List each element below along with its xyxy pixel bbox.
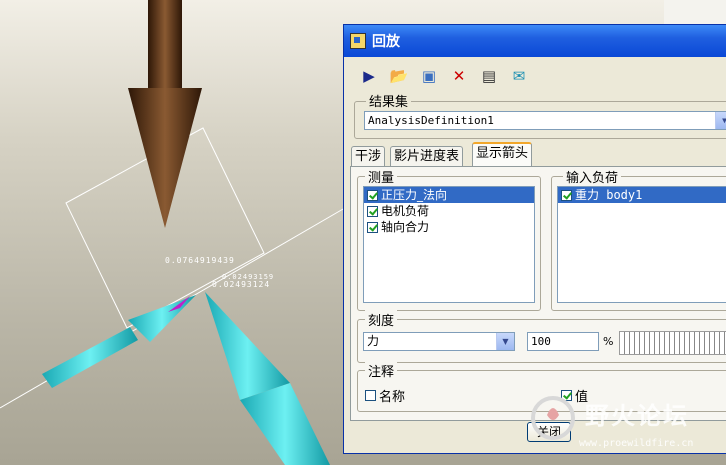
annotation-label: 注释: [365, 361, 398, 380]
gravity-arrow-head: [128, 88, 202, 228]
scale-label: 刻度: [365, 310, 398, 329]
scale-percent-input[interactable]: 100: [527, 332, 599, 351]
checkbox[interactable]: [367, 221, 378, 233]
tab-movie-schedule[interactable]: 影片进度表: [390, 146, 464, 167]
measure-label: 测量: [365, 167, 398, 186]
save-icon[interactable]: ▣: [418, 65, 440, 87]
replay-dialog: 回放 ▶ 📂 ▣ ✕ ▤ ✉ 结果集 AnalysisDefinition1 ▼…: [343, 24, 726, 454]
result-set-label: 结果集: [366, 91, 412, 110]
name-checkbox-row[interactable]: 名称: [365, 386, 405, 405]
play-icon[interactable]: ▶: [358, 65, 380, 87]
tab-panel: 测量 正压力_法向 电机负荷 轴向合力 输入负荷 重力 body1 刻度 力 ▼…: [350, 166, 726, 421]
watermark: 野火论坛 www.proewildfire.cn: [513, 393, 726, 465]
list-item[interactable]: 正压力_法向: [364, 187, 534, 203]
result-set-value: AnalysisDefinition1: [368, 114, 494, 127]
force-arrow-1-head: [128, 295, 196, 342]
measure-label-1: 0.0764919439: [165, 256, 235, 265]
list-item[interactable]: 重力 body1: [558, 187, 726, 203]
checkbox[interactable]: [367, 205, 378, 217]
dialog-toolbar: ▶ 📂 ▣ ✕ ▤ ✉: [358, 65, 530, 87]
result-set-select[interactable]: AnalysisDefinition1 ▼: [364, 111, 726, 130]
list-item[interactable]: 轴向合力: [364, 219, 534, 235]
name-checkbox[interactable]: [365, 390, 376, 401]
window-icon: [350, 33, 366, 49]
list-item[interactable]: 电机负荷: [364, 203, 534, 219]
export-icon[interactable]: ▤: [478, 65, 500, 87]
watermark-url: www.proewildfire.cn: [579, 438, 694, 449]
delete-icon[interactable]: ✕: [448, 65, 470, 87]
dialog-titlebar[interactable]: 回放: [344, 25, 726, 57]
tab-show-arrows[interactable]: 显示箭头: [472, 142, 533, 167]
measure-list[interactable]: 正压力_法向 电机负荷 轴向合力: [363, 186, 535, 303]
checkbox[interactable]: [367, 189, 378, 201]
scale-type-select[interactable]: 力 ▼: [363, 332, 515, 351]
chevron-down-icon[interactable]: ▼: [496, 333, 514, 350]
top-right-panel: [664, 0, 726, 24]
tab-interference[interactable]: 干涉: [351, 146, 386, 167]
input-load-label: 输入负荷: [563, 167, 622, 186]
force-arrow-1-shaft: [42, 327, 138, 388]
checkbox[interactable]: [561, 189, 572, 201]
open-folder-icon[interactable]: 📂: [388, 65, 410, 87]
measure-label-3: 0.02493124: [212, 280, 271, 289]
force-arrow-2-head: [205, 292, 290, 400]
percent-unit: %: [603, 335, 614, 348]
chevron-down-icon[interactable]: ▼: [715, 112, 726, 129]
flame-icon: [547, 408, 559, 420]
watermark-text: 野火论坛: [585, 402, 689, 430]
input-load-list[interactable]: 重力 body1: [557, 186, 726, 303]
gravity-arrow-shaft: [148, 0, 182, 90]
scale-slider[interactable]: [619, 331, 726, 355]
capture-icon[interactable]: ✉: [508, 65, 530, 87]
dialog-title: 回放: [372, 34, 400, 50]
